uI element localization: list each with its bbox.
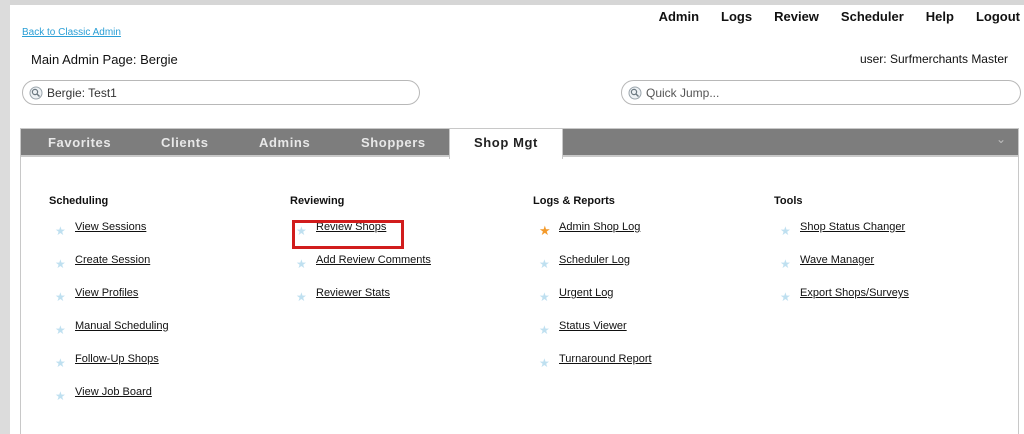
star-icon[interactable]: ★ (55, 224, 66, 238)
star-icon[interactable]: ★ (55, 257, 66, 271)
nav-review[interactable]: Review (774, 9, 819, 24)
link-manual-scheduling[interactable]: Manual Scheduling (75, 320, 169, 332)
review-shops-highlight-box (292, 220, 404, 249)
user-label: user: Surfmerchants Master (859, 52, 1008, 66)
list-item: ★ Follow-Up Shops (49, 353, 159, 386)
tab-shop-mgt[interactable]: Shop Mgt (449, 129, 563, 159)
link-turnaround-report[interactable]: Turnaround Report (559, 353, 652, 365)
link-view-job-board[interactable]: View Job Board (75, 386, 152, 398)
nav-logout[interactable]: Logout (976, 9, 1020, 24)
tab-clients[interactable]: Clients (161, 129, 209, 157)
left-rail (0, 0, 10, 434)
star-icon[interactable]: ★ (539, 356, 550, 370)
tab-bar: Favorites Clients Admins Shoppers Shop M… (21, 129, 1018, 159)
list-item: ★ View Sessions (49, 221, 146, 254)
star-icon[interactable]: ★ (539, 290, 550, 304)
column-tools: Tools ★ Shop Status Changer ★ Wave Manager… (774, 195, 909, 320)
link-shop-status-changer[interactable]: Shop Status Changer (800, 221, 905, 233)
star-icon[interactable]: ★ (539, 323, 550, 337)
star-icon[interactable]: ★ (296, 257, 307, 271)
column-reviewing: Reviewing ★ Review Shops ★ Add Review Comm… (290, 195, 431, 320)
list-item: ★ Shop Status Changer (774, 221, 905, 254)
list-item: ★ Manual Scheduling (49, 320, 169, 353)
list-item: ★ Admin Shop Log (533, 221, 640, 254)
star-icon[interactable]: ★ (780, 224, 791, 238)
link-follow-up-shops[interactable]: Follow-Up Shops (75, 353, 159, 365)
link-view-sessions[interactable]: View Sessions (75, 221, 146, 233)
star-icon[interactable]: ★ (780, 257, 791, 271)
link-status-viewer[interactable]: Status Viewer (559, 320, 627, 332)
admin-panel: Favorites Clients Admins Shoppers Shop M… (20, 128, 1019, 434)
back-to-classic-admin-link[interactable]: Back to Classic Admin (22, 27, 121, 38)
search-icon (628, 86, 642, 99)
star-icon[interactable]: ★ (780, 290, 791, 304)
star-icon[interactable]: ★ (539, 257, 550, 271)
link-wave-manager[interactable]: Wave Manager (800, 254, 874, 266)
column-heading: Reviewing (290, 195, 345, 207)
top-nav: Admin Logs Review Scheduler Help Logout (637, 9, 1020, 24)
client-search-value: Bergie: Test1 (47, 85, 117, 100)
list-item: ★ Reviewer Stats (290, 287, 390, 320)
nav-help[interactable]: Help (926, 9, 954, 24)
list-item: ★ Wave Manager (774, 254, 874, 287)
tab-admins[interactable]: Admins (259, 129, 310, 157)
link-add-review-comments[interactable]: Add Review Comments (316, 254, 431, 266)
quick-jump-input[interactable]: Quick Jump... (621, 80, 1021, 105)
link-view-profiles[interactable]: View Profiles (75, 287, 138, 299)
star-icon[interactable]: ★ (55, 389, 66, 403)
nav-logs[interactable]: Logs (721, 9, 752, 24)
list-item: ★ Create Session (49, 254, 150, 287)
chevron-down-icon[interactable]: ⌄ (996, 132, 1006, 146)
list-item: ★ Status Viewer (533, 320, 627, 353)
list-item: ★ Export Shops/Surveys (774, 287, 909, 320)
column-logs-reports: Logs & Reports ★ Admin Shop Log ★ Schedule… (533, 195, 652, 386)
list-item: ★ Urgent Log (533, 287, 615, 320)
list-item: ★ View Profiles (49, 287, 138, 320)
tab-shoppers[interactable]: Shoppers (361, 129, 426, 157)
tab-favorites[interactable]: Favorites (48, 129, 111, 157)
list-item: ★ View Job Board (49, 386, 152, 419)
client-search-input[interactable]: Bergie: Test1 (22, 80, 420, 105)
link-reviewer-stats[interactable]: Reviewer Stats (316, 287, 390, 299)
search-icon (29, 86, 43, 99)
nav-admin[interactable]: Admin (659, 9, 699, 24)
link-scheduler-log[interactable]: Scheduler Log (559, 254, 630, 266)
star-icon-favorite[interactable]: ★ (539, 223, 551, 239)
top-strip (10, 0, 1024, 5)
quick-jump-placeholder: Quick Jump... (646, 85, 720, 100)
list-item: ★ Add Review Comments (290, 254, 431, 287)
star-icon[interactable]: ★ (296, 290, 307, 304)
column-scheduling: Scheduling ★ View Sessions ★ Create Sessio… (49, 195, 169, 419)
link-admin-shop-log[interactable]: Admin Shop Log (559, 221, 640, 233)
link-export-shops-surveys[interactable]: Export Shops/Surveys (800, 287, 909, 299)
column-heading: Logs & Reports (533, 195, 615, 207)
column-heading: Tools (774, 195, 803, 207)
page-title: Main Admin Page: Bergie (31, 52, 178, 67)
list-item: ★ Turnaround Report (533, 353, 652, 386)
nav-scheduler[interactable]: Scheduler (841, 9, 904, 24)
column-heading: Scheduling (49, 195, 109, 207)
star-icon[interactable]: ★ (55, 323, 66, 337)
star-icon[interactable]: ★ (55, 290, 66, 304)
link-urgent-log[interactable]: Urgent Log (559, 287, 613, 299)
list-item: ★ Scheduler Log (533, 254, 630, 287)
link-create-session[interactable]: Create Session (75, 254, 150, 266)
star-icon[interactable]: ★ (55, 356, 66, 370)
